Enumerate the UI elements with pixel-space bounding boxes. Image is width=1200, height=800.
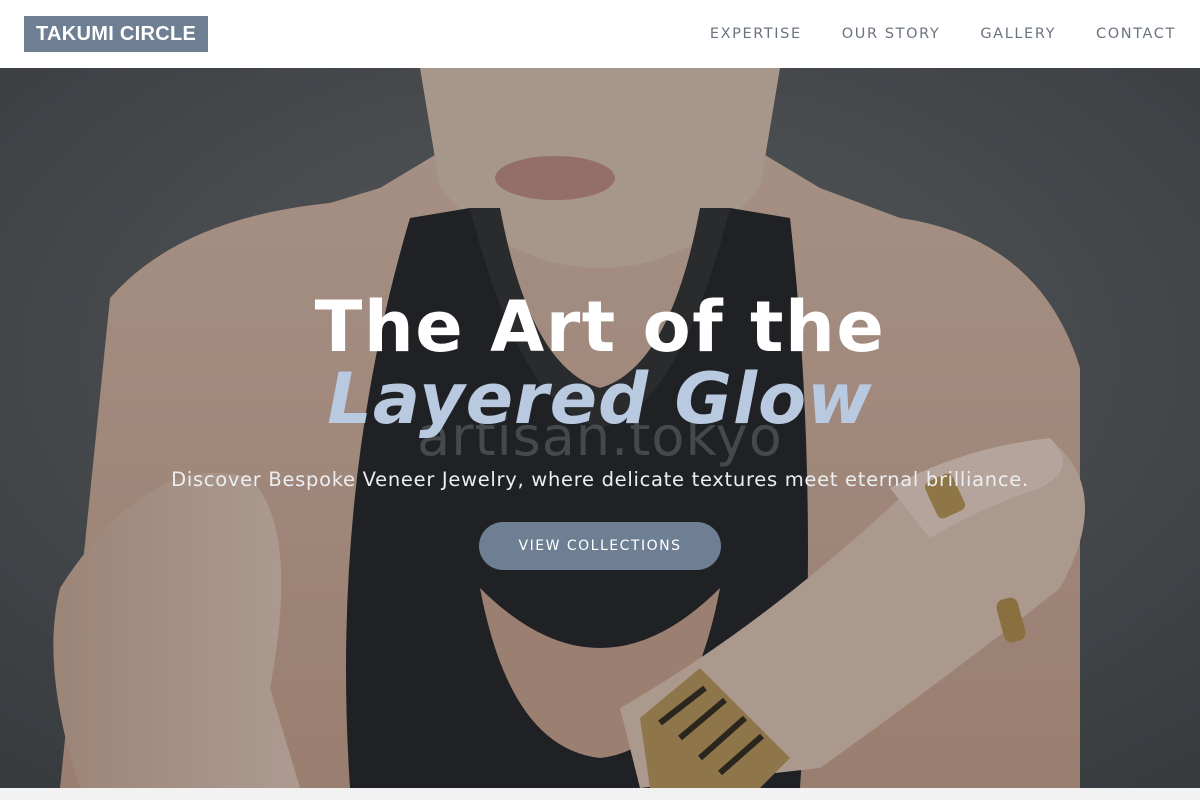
page-bottom-strip bbox=[0, 788, 1200, 800]
nav-link-contact[interactable]: CONTACT bbox=[1096, 26, 1176, 42]
hero-content: The Art of the artisan.tokyo Layered Glo… bbox=[0, 68, 1200, 788]
hero-section: The Art of the artisan.tokyo Layered Glo… bbox=[0, 68, 1200, 788]
hero-title-line2: Layered Glow bbox=[327, 358, 873, 440]
main-nav: EXPERTISE OUR STORY GALLERY CONTACT bbox=[710, 26, 1176, 42]
hero-subtitle: Discover Bespoke Veneer Jewelry, where d… bbox=[171, 468, 1029, 491]
nav-link-gallery[interactable]: GALLERY bbox=[980, 26, 1056, 42]
brand-logo[interactable]: TAKUMI CIRCLE bbox=[24, 16, 209, 52]
view-collections-button[interactable]: VIEW COLLECTIONS bbox=[479, 522, 721, 570]
nav-link-our-story[interactable]: OUR STORY bbox=[842, 26, 941, 42]
hero-title-line1: The Art of the bbox=[314, 286, 886, 368]
site-header: TAKUMI CIRCLE EXPERTISE OUR STORY GALLER… bbox=[0, 0, 1200, 68]
nav-link-expertise[interactable]: EXPERTISE bbox=[710, 26, 802, 42]
